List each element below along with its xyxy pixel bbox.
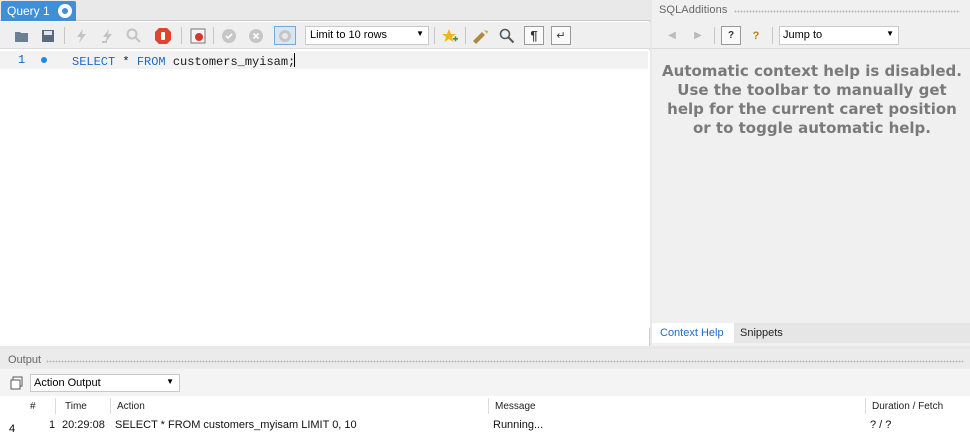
beautify-icon[interactable]: [471, 26, 491, 45]
output-toolbar: Action Output ▼: [0, 371, 970, 395]
autocommit-icon[interactable]: [274, 26, 296, 45]
toolbar-divider: [772, 27, 773, 44]
output-title: Output: [8, 354, 42, 366]
close-tab-icon[interactable]: [58, 4, 72, 18]
save-icon[interactable]: [38, 26, 58, 45]
output-type-value: Action Output: [34, 377, 101, 389]
add-snippet-icon[interactable]: [440, 26, 460, 45]
jump-to-value: Jump to: [783, 29, 823, 41]
auto-help-icon[interactable]: ?: [746, 26, 766, 45]
limit-rows-select[interactable]: Limit to 10 rows ▼: [305, 26, 429, 45]
output-type-select[interactable]: Action Output ▼: [30, 374, 180, 392]
limit-rows-value: Limit to 10 rows: [310, 29, 388, 41]
output-header: Output: [0, 349, 970, 369]
column-header-action[interactable]: Action: [117, 401, 145, 412]
panel-grip: [46, 360, 964, 363]
commit-icon[interactable]: [219, 26, 239, 45]
rollback-icon[interactable]: [246, 26, 266, 45]
sql-additions-header: SQLAdditions: [652, 0, 970, 21]
keyword-from: FROM: [136, 55, 166, 69]
query-toolbar: Limit to 10 rows ▼ ¶ ↵: [0, 22, 650, 49]
invisible-chars-icon[interactable]: ¶: [524, 26, 544, 45]
sql-additions-title: SQLAdditions: [659, 4, 728, 16]
toolbar-divider: [714, 27, 715, 44]
stop-icon[interactable]: [153, 26, 173, 45]
code-table-name: customers_myisam;: [165, 55, 296, 69]
wrap-icon[interactable]: ↵: [551, 26, 571, 45]
help-tab-bar: Context Help Snippets: [652, 323, 970, 343]
explain-icon[interactable]: [124, 26, 144, 45]
line-number: 1: [18, 53, 26, 67]
jump-to-select[interactable]: Jump to ▼: [779, 26, 899, 45]
open-folder-icon[interactable]: [12, 26, 32, 45]
statement-marker-icon: [41, 57, 47, 63]
toolbar-divider: [181, 27, 182, 44]
code-star: *: [115, 55, 137, 69]
execute-current-icon[interactable]: [98, 26, 118, 45]
toolbar-divider: [64, 27, 65, 44]
row-status-index: 4: [9, 423, 16, 435]
copy-icon[interactable]: [10, 376, 24, 390]
toolbar-divider: [434, 27, 435, 44]
column-divider[interactable]: [110, 398, 111, 414]
code-line[interactable]: SELECT * FROM customers_myisam;: [72, 53, 296, 69]
sql-additions-toolbar: ◀ ▶ ? ? Jump to ▼: [652, 22, 970, 49]
context-help-message: Automatic context help is disabled. Use …: [662, 62, 962, 137]
toggle-error-icon[interactable]: [188, 26, 208, 45]
toolbar-divider: [465, 27, 466, 44]
chevron-down-icon: ▼: [416, 29, 424, 38]
manual-help-icon[interactable]: ?: [721, 26, 741, 45]
sql-editor[interactable]: 1 SELECT * FROM customers_myisam;: [0, 50, 650, 386]
action-output-table: # Time Action Message Duration / Fetch 4…: [0, 396, 970, 439]
output-panel: Output Action Output ▼ # Time Action Mes…: [0, 349, 970, 439]
find-icon[interactable]: [497, 26, 517, 45]
toolbar-divider: [213, 27, 214, 44]
column-header-message[interactable]: Message: [495, 401, 536, 412]
chevron-down-icon: ▼: [886, 29, 894, 38]
sql-additions-panel: SQLAdditions ◀ ▶ ? ? Jump to ▼ Automatic…: [652, 0, 970, 346]
column-divider[interactable]: [865, 398, 866, 414]
row-duration: ? / ?: [870, 419, 892, 431]
tab-query-1[interactable]: Query 1: [1, 1, 76, 21]
query-tab-bar: Query 1: [0, 0, 650, 21]
row-num: 1: [49, 419, 56, 431]
column-divider[interactable]: [55, 398, 56, 414]
column-header-num[interactable]: #: [30, 401, 36, 412]
row-message: Running...: [493, 419, 544, 431]
row-action: SELECT * FROM customers_myisam LIMIT 0, …: [115, 419, 357, 431]
caret: [294, 53, 296, 67]
tab-context-help[interactable]: Context Help: [652, 323, 734, 343]
tab-query-1-label: Query 1: [7, 4, 50, 18]
execute-icon[interactable]: [72, 26, 92, 45]
back-icon[interactable]: ◀: [662, 26, 682, 45]
column-divider[interactable]: [488, 398, 489, 414]
keyword-select: SELECT: [72, 55, 116, 69]
forward-icon[interactable]: ▶: [688, 26, 708, 45]
column-header-time[interactable]: Time: [65, 401, 87, 412]
chevron-down-icon: ▼: [166, 377, 174, 386]
row-time: 20:29:08: [62, 419, 105, 431]
query-editor-panel: Query 1 Limit to 10 rows ▼ ¶ ↵ 1 SELECT …: [0, 0, 650, 386]
panel-grip: [734, 10, 960, 13]
tab-snippets[interactable]: Snippets: [740, 327, 783, 339]
column-header-duration[interactable]: Duration / Fetch: [872, 401, 943, 412]
